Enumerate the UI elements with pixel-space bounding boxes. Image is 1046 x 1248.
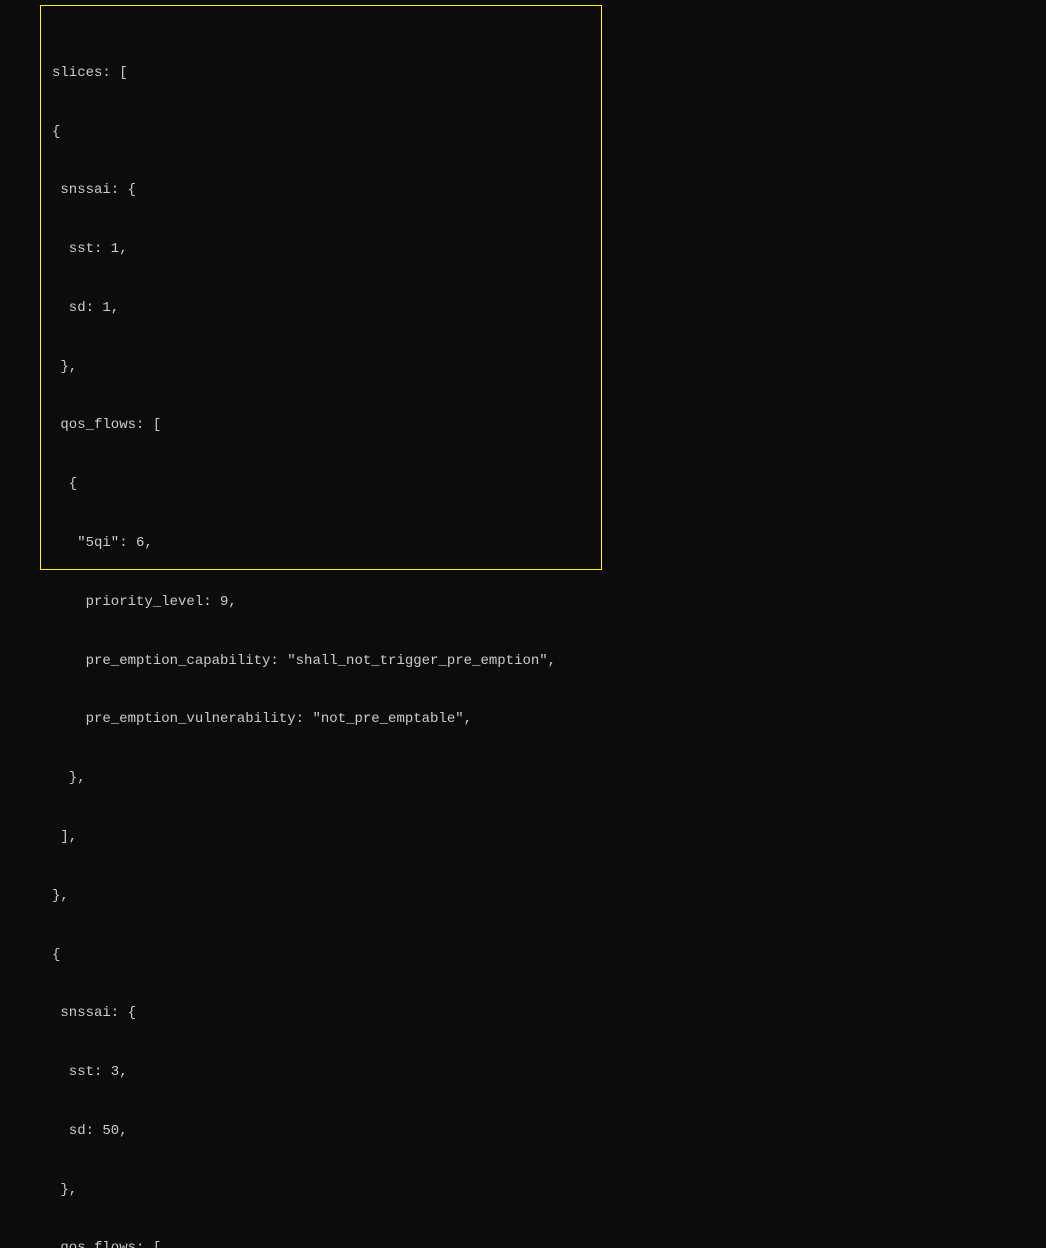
code-line: sd: 1,	[52, 299, 1046, 319]
code-line: qos_flows: [	[52, 1239, 1046, 1248]
code-line: {	[52, 475, 1046, 495]
code-line: pre_emption_vulnerability: "not_pre_empt…	[52, 710, 1046, 730]
code-line: sst: 3,	[52, 1063, 1046, 1083]
code-line: ],	[52, 828, 1046, 848]
code-line: sd: 50,	[52, 1122, 1046, 1142]
code-block: slices: [ { snssai: { sst: 1, sd: 1, }, …	[0, 5, 1046, 1248]
code-line: pre_emption_capability: "shall_not_trigg…	[52, 652, 1046, 672]
code-line: sst: 1,	[52, 240, 1046, 260]
code-line: },	[52, 769, 1046, 789]
code-line: snssai: {	[52, 1004, 1046, 1024]
code-line: qos_flows: [	[52, 416, 1046, 436]
code-line: },	[52, 358, 1046, 378]
code-line: snssai: {	[52, 181, 1046, 201]
code-line: },	[52, 887, 1046, 907]
code-line: "5qi": 6,	[52, 534, 1046, 554]
code-line: slices: [	[52, 64, 1046, 84]
code-line: },	[52, 1181, 1046, 1201]
code-line: {	[52, 946, 1046, 966]
code-line: priority_level: 9,	[52, 593, 1046, 613]
code-line: {	[52, 123, 1046, 143]
